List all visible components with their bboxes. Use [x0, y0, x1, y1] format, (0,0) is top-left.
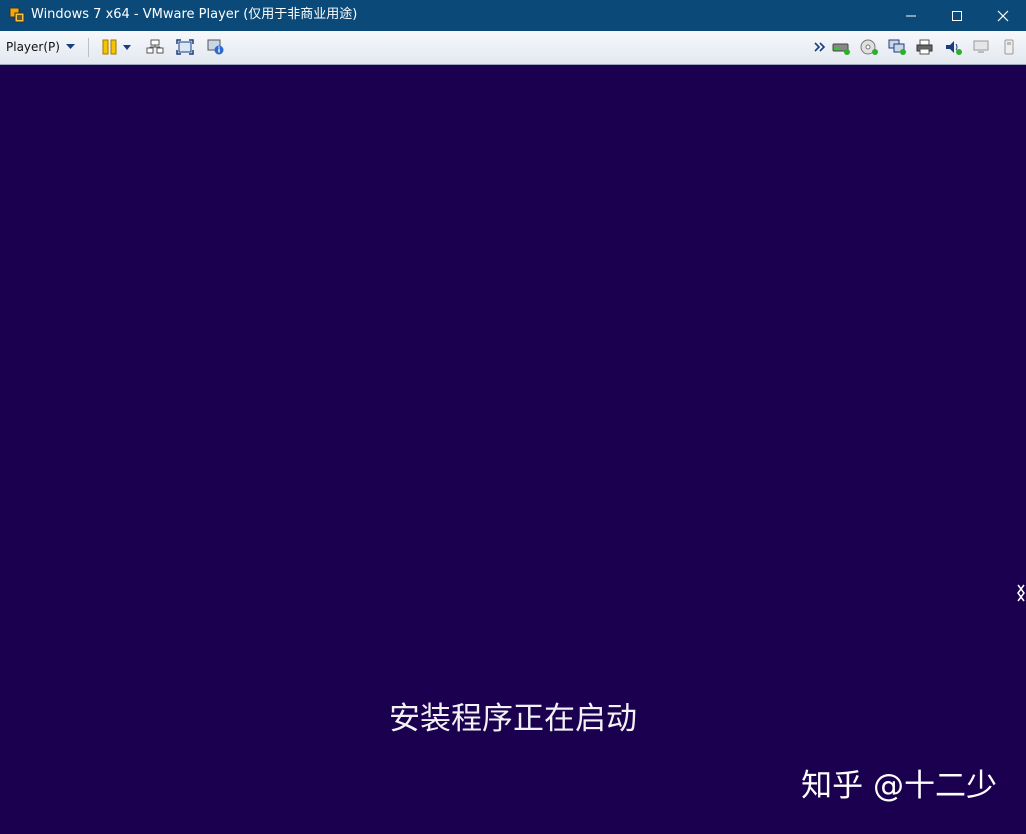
- vmware-app-icon: [9, 7, 25, 23]
- power-dropdown-icon[interactable]: [122, 39, 132, 55]
- player-menu[interactable]: Player(P): [6, 37, 75, 57]
- minimize-button[interactable]: [888, 0, 934, 31]
- network-adapter-icon[interactable]: [888, 39, 906, 55]
- fullscreen-icon[interactable]: [176, 39, 194, 55]
- chevron-down-icon: [65, 44, 75, 49]
- window-titlebar: Windows 7 x64 - VMware Player (仅用于非商业用途): [0, 0, 1026, 31]
- minimize-icon: [906, 15, 916, 16]
- maximize-button[interactable]: [934, 0, 980, 31]
- maximize-icon: [952, 10, 962, 21]
- close-icon: [997, 10, 1009, 21]
- pause-icon[interactable]: [101, 39, 119, 55]
- sound-card-icon[interactable]: [944, 39, 962, 55]
- zhihu-watermark: 知乎 @十二少: [801, 768, 997, 804]
- send-ctrl-alt-del-icon[interactable]: [146, 39, 164, 55]
- cd-dvd-icon[interactable]: [860, 39, 878, 55]
- vm-display[interactable]: 安装程序正在启动 知乎 @十二少: [1, 65, 1025, 833]
- display-icon[interactable]: [972, 39, 990, 55]
- hard-disk-icon[interactable]: [832, 39, 850, 55]
- setup-starting-text: 安装程序正在启动: [389, 701, 637, 737]
- player-toolbar: Player(P): [0, 31, 1026, 65]
- printer-icon[interactable]: [916, 39, 934, 55]
- player-menu-label: Player(P): [6, 40, 60, 54]
- usb-device-icon[interactable]: [1000, 39, 1018, 55]
- close-button[interactable]: [980, 0, 1026, 31]
- more-devices-icon[interactable]: [814, 39, 826, 55]
- window-title: Windows 7 x64 - VMware Player (仅用于非商业用途): [31, 7, 358, 22]
- resize-handle-icon[interactable]: [1016, 583, 1026, 603]
- unity-icon[interactable]: [207, 39, 225, 55]
- toolbar-divider: [88, 38, 89, 57]
